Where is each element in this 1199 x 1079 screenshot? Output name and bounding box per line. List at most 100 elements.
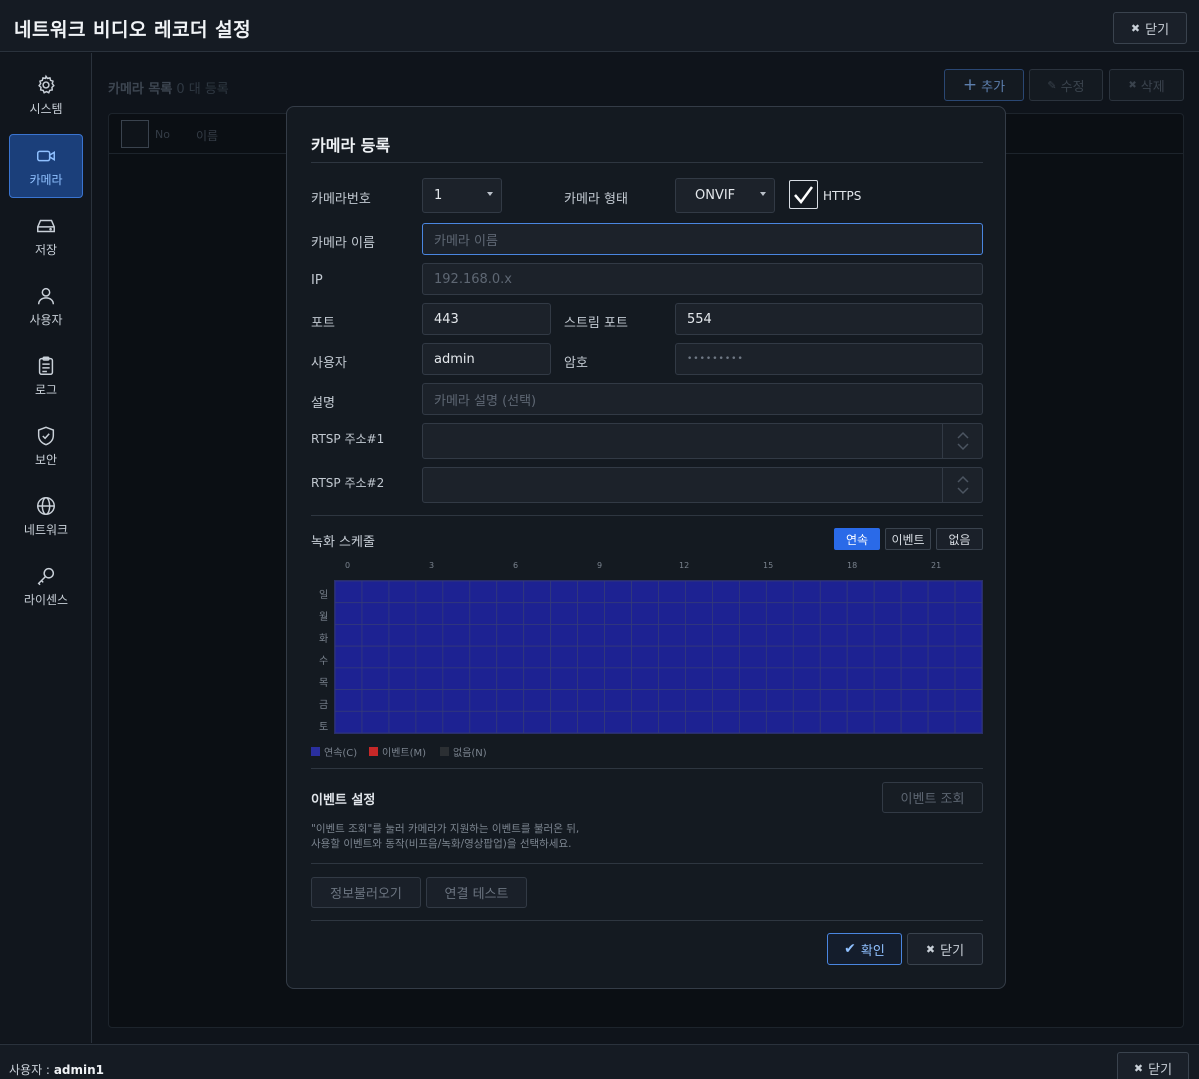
confirm-button[interactable]: ✔ 확인: [827, 933, 902, 965]
schedule-cell[interactable]: [846, 710, 875, 733]
schedule-cell[interactable]: [415, 667, 444, 690]
schedule-cell[interactable]: [523, 581, 552, 604]
schedule-cell[interactable]: [658, 581, 686, 604]
close-button[interactable]: ✖ 닫기: [1113, 12, 1187, 44]
schedule-cell[interactable]: [442, 689, 471, 712]
sidebar-item-network[interactable]: 네트워크: [9, 484, 83, 548]
schedule-cell[interactable]: [550, 645, 579, 669]
schedule-cell[interactable]: [792, 710, 821, 733]
schedule-cell[interactable]: [927, 689, 956, 712]
schedule-cell[interactable]: [658, 667, 686, 690]
schedule-cell[interactable]: [469, 624, 498, 647]
schedule-cell[interactable]: [712, 645, 740, 669]
schedule-cell[interactable]: [765, 624, 794, 647]
sidebar-item-log[interactable]: 로그: [9, 344, 83, 408]
schedule-cell[interactable]: [361, 667, 390, 690]
schedule-cell[interactable]: [792, 581, 821, 604]
schedule-cell[interactable]: [604, 581, 632, 604]
schedule-cell[interactable]: [873, 710, 902, 733]
schedule-cell[interactable]: [335, 624, 363, 647]
schedule-cell[interactable]: [361, 581, 390, 604]
schedule-cell[interactable]: [712, 624, 740, 647]
schedule-cell[interactable]: [685, 645, 713, 669]
schedule-cell[interactable]: [604, 710, 632, 733]
schedule-cell[interactable]: [415, 710, 444, 733]
schedule-cell[interactable]: [361, 602, 390, 625]
schedule-cell[interactable]: [846, 667, 875, 690]
schedule-cell[interactable]: [685, 624, 713, 647]
schedule-cell[interactable]: [900, 581, 929, 604]
schedule-cell[interactable]: [577, 581, 605, 604]
schedule-cell[interactable]: [442, 581, 471, 604]
schedule-cell[interactable]: [738, 710, 767, 733]
schedule-cell[interactable]: [604, 645, 632, 669]
resize-handle[interactable]: [942, 424, 982, 458]
schedule-cell[interactable]: [388, 624, 417, 647]
schedule-cell[interactable]: [496, 667, 525, 690]
schedule-cell[interactable]: [496, 602, 525, 625]
edit-camera-button[interactable]: ✎ 수정: [1029, 69, 1103, 101]
schedule-cell[interactable]: [442, 710, 471, 733]
schedule-cell[interactable]: [415, 602, 444, 625]
schedule-cell[interactable]: [792, 689, 821, 712]
schedule-cell[interactable]: [335, 645, 363, 669]
schedule-cell[interactable]: [873, 689, 902, 712]
schedule-cell[interactable]: [335, 667, 363, 690]
schedule-cell[interactable]: [846, 645, 875, 669]
schedule-cell[interactable]: [388, 710, 417, 733]
schedule-cell[interactable]: [712, 689, 740, 712]
schedule-cell[interactable]: [685, 602, 713, 625]
schedule-cell[interactable]: [658, 645, 686, 669]
camera-number-select[interactable]: 1: [422, 178, 502, 213]
schedule-cell[interactable]: [658, 689, 686, 712]
schedule-cell[interactable]: [577, 689, 605, 712]
schedule-cell[interactable]: [765, 710, 794, 733]
schedule-cell[interactable]: [954, 689, 982, 712]
schedule-cell[interactable]: [604, 667, 632, 690]
schedule-cell[interactable]: [712, 667, 740, 690]
schedule-cell[interactable]: [738, 602, 767, 625]
connection-test-button[interactable]: 연결 테스트: [426, 877, 527, 908]
schedule-cell[interactable]: [523, 624, 552, 647]
schedule-cell[interactable]: [631, 624, 659, 647]
schedule-cell[interactable]: [765, 689, 794, 712]
camera-type-select[interactable]: ONVIF: [675, 178, 775, 213]
schedule-cell[interactable]: [631, 689, 659, 712]
schedule-cell[interactable]: [738, 624, 767, 647]
schedule-cell[interactable]: [631, 710, 659, 733]
sidebar-item-user[interactable]: 사용자: [9, 274, 83, 338]
https-checkbox[interactable]: [789, 180, 818, 209]
schedule-cell[interactable]: [577, 602, 605, 625]
schedule-cell[interactable]: [658, 710, 686, 733]
schedule-cell[interactable]: [523, 602, 552, 625]
schedule-cell[interactable]: [469, 710, 498, 733]
schedule-cell[interactable]: [954, 710, 982, 733]
schedule-cell[interactable]: [712, 710, 740, 733]
schedule-cell[interactable]: [954, 667, 982, 690]
add-camera-button[interactable]: + 추가: [944, 69, 1024, 101]
sidebar-item-storage[interactable]: 저장: [9, 204, 83, 268]
schedule-cell[interactable]: [335, 602, 363, 625]
schedule-cell[interactable]: [873, 581, 902, 604]
schedule-cell[interactable]: [550, 624, 579, 647]
schedule-cell[interactable]: [577, 624, 605, 647]
schedule-cell[interactable]: [927, 624, 956, 647]
sidebar-item-system[interactable]: 시스템: [9, 63, 83, 127]
password-input[interactable]: •••••••••: [675, 343, 983, 375]
schedule-cell[interactable]: [765, 645, 794, 669]
schedule-cell[interactable]: [469, 581, 498, 604]
schedule-cell[interactable]: [335, 581, 363, 604]
schedule-cell[interactable]: [846, 602, 875, 625]
description-input[interactable]: 카메라 설명 (선택): [422, 383, 983, 415]
schedule-cell[interactable]: [712, 581, 740, 604]
schedule-cell[interactable]: [819, 667, 848, 690]
schedule-cell[interactable]: [927, 645, 956, 669]
mode-none-button[interactable]: 없음: [936, 528, 983, 550]
schedule-cell[interactable]: [577, 710, 605, 733]
schedule-cell[interactable]: [496, 581, 525, 604]
schedule-cell[interactable]: [469, 667, 498, 690]
schedule-cell[interactable]: [873, 667, 902, 690]
schedule-cell[interactable]: [631, 667, 659, 690]
schedule-cell[interactable]: [685, 710, 713, 733]
schedule-cell[interactable]: [388, 667, 417, 690]
